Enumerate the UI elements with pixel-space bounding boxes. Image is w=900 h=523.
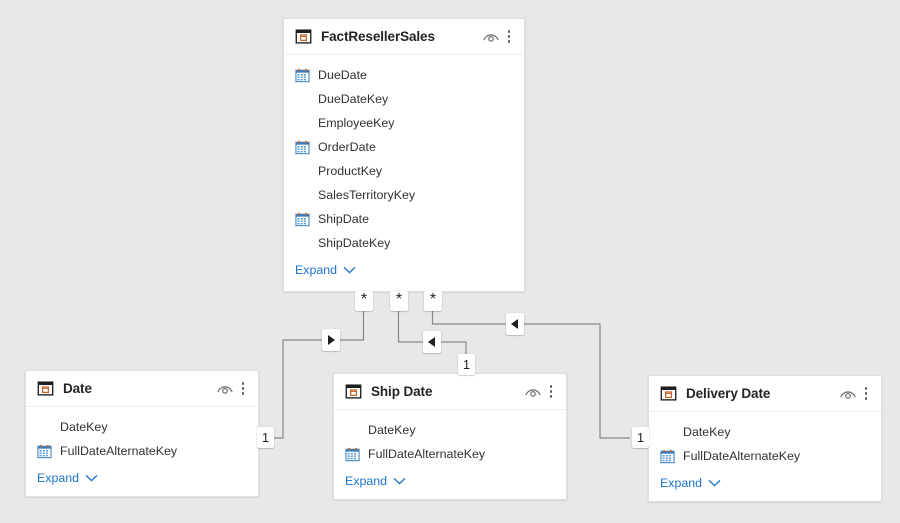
field-list: DateKey FullDateAlternateKey Expa [26,407,258,495]
field-row[interactable]: DueDateKey [284,87,524,111]
more-options-icon[interactable] [859,385,873,403]
table-name: Ship Date [371,384,524,399]
chevron-down-icon [708,479,721,487]
field-row[interactable]: DateKey [334,418,566,442]
field-row[interactable]: DateKey [26,415,258,439]
table-card-header[interactable]: Ship Date [334,374,566,410]
expand-button[interactable]: Expand [649,470,881,496]
expand-button[interactable]: Expand [26,465,258,491]
chevron-down-icon [85,474,98,482]
field-name: ShipDateKey [318,236,390,250]
eye-hide-icon[interactable] [482,30,500,44]
table-card-factresellersales[interactable]: FactResellerSales [283,18,525,292]
calendar-icon [660,449,675,464]
field-name: ShipDate [318,212,369,226]
table-icon [37,380,54,397]
table-icon [660,385,677,402]
field-row[interactable]: FullDateAlternateKey [649,444,881,468]
expand-button[interactable]: Expand [284,257,524,283]
expand-label: Expand [295,263,337,277]
cardinality-one-date[interactable]: 1 [257,427,274,448]
calendar-icon [295,140,310,155]
more-options-icon[interactable] [544,383,558,401]
field-row[interactable]: EmployeeKey [284,111,524,135]
chevron-down-icon [343,266,356,274]
calendar-icon [295,68,310,83]
field-name: SalesTerritoryKey [318,188,415,202]
field-name: OrderDate [318,140,376,154]
field-row[interactable]: FullDateAlternateKey [334,442,566,466]
calendar-icon [295,212,310,227]
filter-direction-arrow-left-icon-deliverydate[interactable] [506,313,524,335]
more-options-icon[interactable] [502,28,516,46]
cardinality-one-shipdate[interactable]: 1 [458,354,475,375]
field-name: DateKey [683,425,731,439]
expand-button[interactable]: Expand [334,468,566,494]
field-name: FullDateAlternateKey [368,447,485,461]
cardinality-many-fact-deliverydate[interactable]: * [424,291,442,311]
field-list: DateKey FullDateAlternateKey Expa [649,412,881,500]
expand-label: Expand [37,471,79,485]
field-name: ProductKey [318,164,382,178]
calendar-icon [345,447,360,462]
field-list: DueDate DueDateKey EmployeeKey [284,55,524,287]
field-row[interactable]: SalesTerritoryKey [284,183,524,207]
cardinality-one-deliverydate[interactable]: 1 [632,427,649,448]
field-row[interactable]: ShipDate [284,207,524,231]
table-name: FactResellerSales [321,29,482,44]
expand-label: Expand [345,474,387,488]
field-row[interactable]: OrderDate [284,135,524,159]
table-card-header[interactable]: FactResellerSales [284,19,524,55]
chevron-down-icon [393,477,406,485]
filter-direction-arrow-right-icon[interactable] [322,329,340,351]
expand-label: Expand [660,476,702,490]
filter-direction-arrow-left-icon-shipdate[interactable] [423,331,441,353]
field-name: DateKey [60,420,108,434]
table-card-header[interactable]: Delivery Date [649,376,881,412]
table-name: Date [63,381,216,396]
field-name: DueDateKey [318,92,388,106]
cardinality-many-fact-shipdate[interactable]: * [390,291,408,311]
field-name: EmployeeKey [318,116,394,130]
field-row[interactable]: ProductKey [284,159,524,183]
table-card-header[interactable]: Date [26,371,258,407]
eye-hide-icon[interactable] [216,382,234,396]
more-options-icon[interactable] [236,380,250,398]
field-row[interactable]: ShipDateKey [284,231,524,255]
field-row[interactable]: FullDateAlternateKey [26,439,258,463]
field-row[interactable]: DateKey [649,420,881,444]
model-diagram-canvas[interactable]: * * * 1 1 1 FactResellerSales [0,0,900,523]
calendar-icon [37,444,52,459]
eye-hide-icon[interactable] [839,387,857,401]
field-row[interactable]: DueDate [284,63,524,87]
table-name: Delivery Date [686,386,839,401]
field-list: DateKey FullDateAlternateKey Expa [334,410,566,498]
table-card-delivery-date[interactable]: Delivery Date DateKey [648,375,882,502]
table-card-date[interactable]: Date DateKey [25,370,259,497]
field-name: DateKey [368,423,416,437]
table-card-ship-date[interactable]: Ship Date DateKey [333,373,567,500]
field-name: DueDate [318,68,367,82]
table-icon [345,383,362,400]
field-name: FullDateAlternateKey [60,444,177,458]
table-icon [295,28,312,45]
field-name: FullDateAlternateKey [683,449,800,463]
eye-hide-icon[interactable] [524,385,542,399]
cardinality-many-fact-date[interactable]: * [355,291,373,311]
